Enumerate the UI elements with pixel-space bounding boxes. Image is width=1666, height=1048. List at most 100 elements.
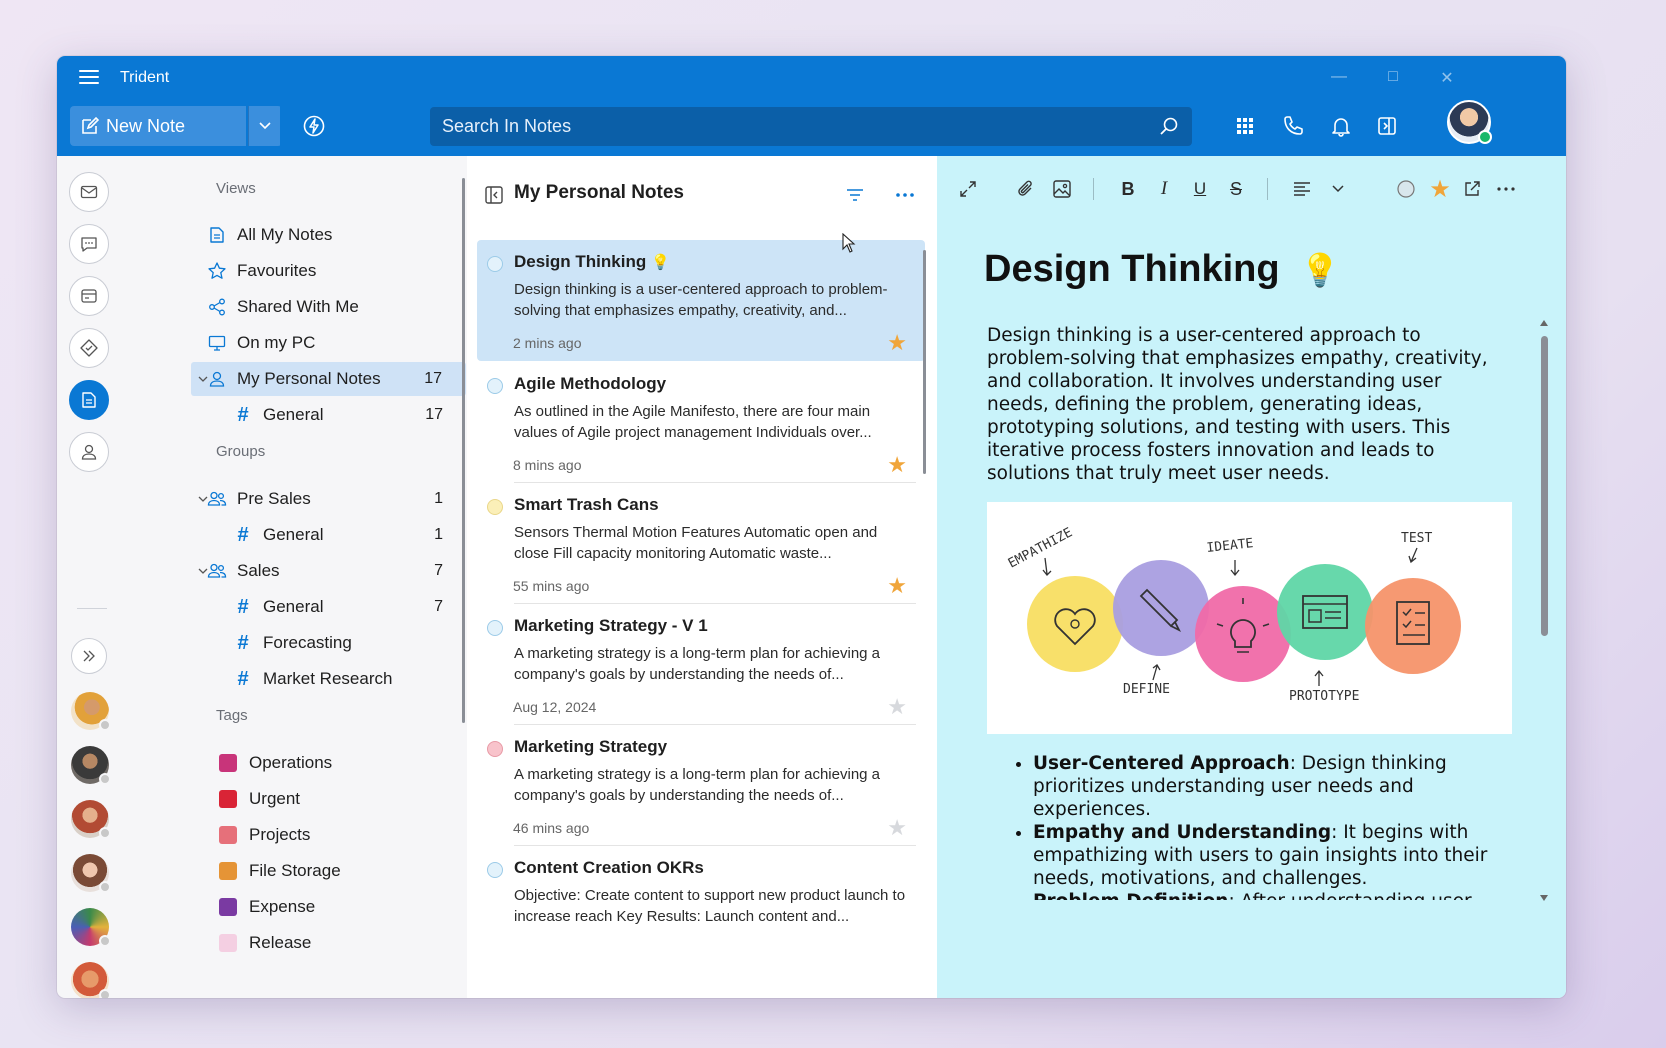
contact-avatar[interactable] bbox=[71, 962, 111, 998]
close-icon[interactable]: ✕ bbox=[1437, 68, 1457, 88]
bell-icon[interactable] bbox=[1329, 114, 1353, 138]
note-card-content-creation-okrs[interactable]: Content Creation OKRs Objective: Create … bbox=[477, 846, 925, 967]
chevron-down-icon[interactable] bbox=[197, 373, 209, 385]
italic-icon[interactable]: I bbox=[1153, 178, 1175, 200]
star-filled-icon[interactable]: ★ bbox=[1429, 176, 1451, 203]
star-filled-icon[interactable]: ★ bbox=[887, 575, 907, 597]
open-external-icon[interactable] bbox=[1461, 178, 1483, 200]
rail-calendar-button[interactable] bbox=[69, 276, 109, 316]
bold-icon[interactable]: B bbox=[1117, 178, 1139, 200]
side-panel-icon[interactable] bbox=[1375, 114, 1399, 138]
rail-mail-button[interactable] bbox=[69, 172, 109, 212]
nav-item-general[interactable]: # General 1 bbox=[233, 518, 467, 552]
image-icon[interactable] bbox=[1051, 178, 1073, 200]
tag-item-release[interactable]: Release bbox=[219, 926, 479, 960]
rail-contacts-button[interactable] bbox=[69, 432, 109, 472]
apps-grid-icon[interactable] bbox=[1233, 114, 1257, 138]
rail-expand-button[interactable] bbox=[71, 638, 107, 674]
nav-item-favourites[interactable]: Favourites bbox=[207, 254, 467, 288]
nav-item-sales[interactable]: Sales 7 bbox=[191, 554, 467, 588]
chevron-down-icon[interactable] bbox=[197, 493, 209, 505]
note-color-indicator[interactable] bbox=[487, 862, 503, 878]
note-color-picker[interactable] bbox=[1395, 178, 1417, 200]
note-color-indicator[interactable] bbox=[487, 256, 503, 272]
note-card-agile-methodology[interactable]: Agile Methodology As outlined in the Agi… bbox=[477, 362, 925, 483]
nav-item-general[interactable]: # General 7 bbox=[233, 590, 467, 624]
tag-item-file-storage[interactable]: File Storage bbox=[219, 854, 479, 888]
nav-item-pre-sales[interactable]: Pre Sales 1 bbox=[191, 482, 467, 516]
nav-item-all-my-notes[interactable]: All My Notes bbox=[207, 218, 467, 252]
scroll-thumb[interactable] bbox=[1541, 336, 1548, 636]
rail-tasks-button[interactable] bbox=[69, 328, 109, 368]
search-icon[interactable] bbox=[1160, 117, 1178, 135]
hamburger-menu-icon[interactable] bbox=[79, 70, 99, 86]
rail-notes-button[interactable] bbox=[69, 380, 109, 420]
note-card-marketing-strategy[interactable]: Marketing Strategy A marketing strategy … bbox=[477, 725, 925, 846]
note-color-indicator[interactable] bbox=[487, 620, 503, 636]
nav-item-market-research[interactable]: # Market Research bbox=[233, 662, 467, 696]
nav-item-forecasting[interactable]: # Forecasting bbox=[233, 626, 467, 660]
star-filled-icon[interactable]: ★ bbox=[887, 332, 907, 354]
star-filled-icon[interactable]: ★ bbox=[887, 454, 907, 476]
note-snippet: Objective: Create content to support new… bbox=[514, 887, 906, 925]
note-card-marketing-strategy-v1[interactable]: Marketing Strategy - V 1 A marketing str… bbox=[477, 604, 925, 725]
note-snippet: Sensors Thermal Motion Features Automati… bbox=[514, 524, 878, 562]
more-options-icon[interactable] bbox=[1495, 178, 1517, 200]
tag-color-swatch bbox=[219, 898, 237, 916]
new-note-button[interactable]: New Note bbox=[70, 106, 246, 146]
filter-icon[interactable] bbox=[845, 186, 865, 204]
group-icon bbox=[207, 561, 227, 581]
note-bullet-list[interactable]: User-Centered Approach: Design thinking … bbox=[987, 752, 1507, 900]
tag-item-operations[interactable]: Operations bbox=[219, 746, 479, 780]
strikethrough-icon[interactable]: S bbox=[1225, 178, 1247, 200]
search-input[interactable] bbox=[430, 107, 1192, 146]
note-title: Marketing Strategy - V 1 bbox=[514, 616, 708, 635]
person-icon bbox=[81, 444, 97, 460]
phone-icon[interactable] bbox=[1281, 114, 1305, 138]
align-left-icon[interactable] bbox=[1291, 178, 1313, 200]
attachment-icon[interactable] bbox=[1015, 178, 1037, 200]
note-body-paragraph[interactable]: Design thinking is a user-centered appro… bbox=[987, 324, 1507, 485]
star-empty-icon[interactable]: ★ bbox=[887, 696, 907, 718]
nav-item-label: General bbox=[263, 597, 324, 616]
user-avatar[interactable] bbox=[1447, 100, 1492, 144]
note-card-smart-trash-cans[interactable]: Smart Trash Cans Sensors Thermal Motion … bbox=[477, 483, 925, 604]
contact-avatar[interactable] bbox=[71, 692, 111, 731]
quick-action-button[interactable] bbox=[302, 114, 326, 138]
contact-avatar[interactable] bbox=[71, 908, 111, 947]
new-note-dropdown-button[interactable] bbox=[248, 106, 280, 146]
views-header: Views bbox=[216, 180, 256, 197]
rail-chat-button[interactable] bbox=[69, 224, 109, 264]
note-title[interactable]: Design Thinking 💡 bbox=[984, 248, 1340, 291]
define-circle bbox=[1113, 560, 1209, 656]
note-count: 1 bbox=[434, 490, 443, 507]
nav-item-general[interactable]: # General 17 bbox=[233, 398, 467, 432]
chevron-down-icon[interactable] bbox=[1327, 178, 1349, 200]
underline-icon[interactable]: U bbox=[1189, 178, 1211, 200]
contact-avatar[interactable] bbox=[71, 746, 111, 785]
tag-item-expense[interactable]: Expense bbox=[219, 890, 479, 924]
more-options-icon[interactable] bbox=[895, 192, 915, 198]
note-list-scrollbar[interactable] bbox=[923, 250, 926, 474]
tag-item-projects[interactable]: Projects bbox=[219, 818, 479, 852]
contact-avatar[interactable] bbox=[71, 800, 111, 839]
note-card-design-thinking[interactable]: Design Thinking 💡 Design thinking is a u… bbox=[477, 240, 925, 361]
scroll-down-icon[interactable] bbox=[1539, 893, 1549, 903]
nav-item-shared-with-me[interactable]: Shared With Me bbox=[207, 290, 467, 324]
chevron-down-icon[interactable] bbox=[197, 565, 209, 577]
expand-icon[interactable] bbox=[957, 178, 979, 200]
maximize-icon[interactable]: □ bbox=[1383, 68, 1403, 86]
note-color-indicator[interactable] bbox=[487, 741, 503, 757]
star-empty-icon[interactable]: ★ bbox=[887, 817, 907, 839]
nav-item-my-personal-notes[interactable]: My Personal Notes 17 bbox=[191, 362, 466, 396]
tag-item-urgent[interactable]: Urgent bbox=[219, 782, 479, 816]
nav-item-on-my-pc[interactable]: On my PC bbox=[207, 326, 467, 360]
contact-avatar[interactable] bbox=[71, 854, 111, 893]
collapse-panel-icon[interactable] bbox=[484, 185, 504, 205]
minimize-icon[interactable]: — bbox=[1329, 68, 1349, 86]
note-color-indicator[interactable] bbox=[487, 378, 503, 394]
note-color-indicator[interactable] bbox=[487, 499, 503, 515]
nav-scrollbar[interactable] bbox=[462, 178, 465, 723]
editor-scrollbar[interactable] bbox=[1537, 318, 1551, 903]
scroll-up-icon[interactable] bbox=[1539, 318, 1549, 328]
